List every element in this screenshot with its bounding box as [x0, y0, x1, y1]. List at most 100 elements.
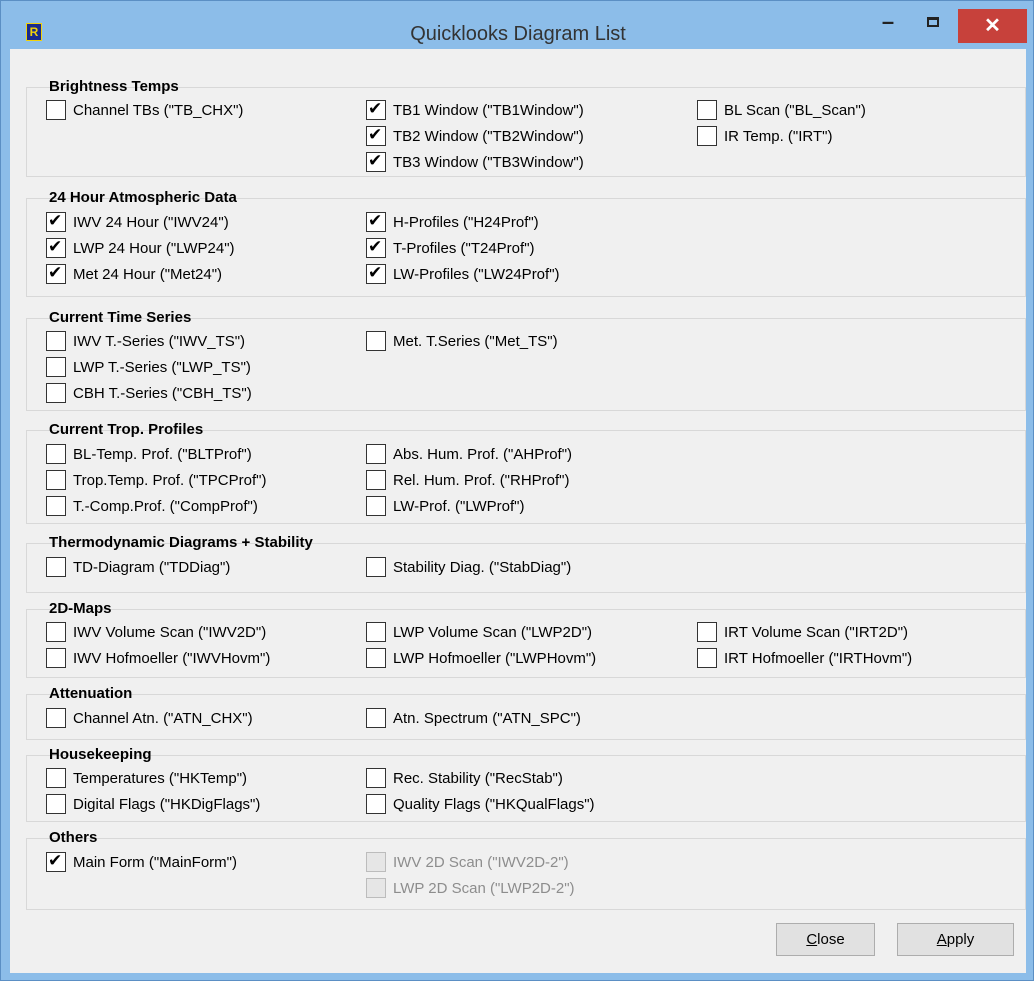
checkbox-box[interactable]	[46, 470, 66, 490]
checkbox-box[interactable]	[697, 100, 717, 120]
checkbox-label: T-Profiles ("T24Prof")	[393, 240, 535, 257]
checkbox-box[interactable]	[46, 100, 66, 120]
checkbox-box[interactable]	[366, 768, 386, 788]
checkbox-label: IRT Volume Scan ("IRT2D")	[724, 624, 909, 641]
checkbox-label: TD-Diagram ("TDDiag")	[73, 559, 231, 576]
checkbox-label: Main Form ("MainForm")	[73, 854, 237, 871]
checkbox-box[interactable]: ✔	[366, 151, 386, 172]
checkbox-box[interactable]	[46, 794, 66, 814]
checkbox-label: Stability Diag. ("StabDiag")	[393, 559, 572, 576]
checkmark-icon: ✔	[368, 125, 383, 145]
checkbox-box[interactable]	[697, 126, 717, 146]
checkbox-label: Atn. Spectrum ("ATN_SPC")	[393, 710, 581, 727]
checkbox-box[interactable]: ✔	[46, 211, 66, 232]
checkbox-box[interactable]: ✔	[366, 99, 386, 120]
checkbox-label: TB1 Window ("TB1Window")	[393, 102, 584, 119]
checkbox-label: Channel Atn. ("ATN_CHX")	[73, 710, 253, 727]
checkmark-icon: ✔	[368, 237, 383, 257]
checkmark-icon: ✔	[48, 851, 63, 871]
checkbox-label: LW-Prof. ("LWProf")	[393, 498, 525, 515]
checkbox-label: LWP T.-Series ("LWP_TS")	[73, 359, 251, 376]
group-title-current-time-series: Current Time Series	[49, 309, 192, 326]
group-title-attenuation: Attenuation	[49, 685, 133, 702]
checkbox-box[interactable]	[46, 768, 66, 788]
maximize-icon	[927, 17, 939, 27]
checkbox-box[interactable]	[46, 622, 66, 642]
minimize-button[interactable]: –	[873, 7, 903, 37]
checkbox-box[interactable]	[46, 357, 66, 377]
checkbox-box[interactable]: ✔	[366, 263, 386, 284]
checkbox-box[interactable]: ✔	[366, 125, 386, 146]
group-title-others: Others	[49, 829, 98, 846]
checkbox-label: BL-Temp. Prof. ("BLTProf")	[73, 446, 252, 463]
checkmark-icon: ✔	[368, 263, 383, 283]
checkbox-box[interactable]	[366, 496, 386, 516]
checkbox-label: CBH T.-Series ("CBH_TS")	[73, 385, 252, 402]
checkbox-box	[366, 878, 386, 898]
checkbox-label: Trop.Temp. Prof. ("TPCProf")	[73, 472, 267, 489]
group-title-housekeeping: Housekeeping	[49, 746, 152, 763]
checkbox-box[interactable]	[366, 470, 386, 490]
apply-mnemonic: A	[936, 931, 947, 948]
checkbox-box[interactable]	[366, 331, 386, 351]
close-window-button[interactable]: ✕	[958, 9, 1027, 43]
checkbox-box[interactable]	[366, 557, 386, 577]
checkmark-icon: ✔	[368, 211, 383, 231]
checkbox-label: Met 24 Hour ("Met24")	[73, 266, 223, 283]
checkbox-label: Digital Flags ("HKDigFlags")	[73, 796, 261, 813]
checkbox-box[interactable]: ✔	[366, 211, 386, 232]
checkbox-box[interactable]	[46, 383, 66, 403]
group-title-2d-maps: 2D-Maps	[49, 600, 112, 617]
checkbox-box[interactable]	[46, 496, 66, 516]
checkbox-label: Channel TBs ("TB_CHX")	[73, 102, 244, 119]
group-title-thermodynamic-diagrams: Thermodynamic Diagrams + Stability	[49, 534, 313, 551]
checkbox-label: IWV 2D Scan ("IWV2D-2")	[393, 854, 569, 871]
checkbox-label: TB2 Window ("TB2Window")	[393, 128, 584, 145]
title-bar[interactable]: R Quicklooks Diagram List – ✕	[1, 1, 1033, 49]
checkbox-box[interactable]: ✔	[46, 237, 66, 258]
checkbox-label: IWV 24 Hour ("IWV24")	[73, 214, 229, 231]
checkbox-label: Rel. Hum. Prof. ("RHProf")	[393, 472, 570, 489]
checkbox-box[interactable]	[366, 648, 386, 668]
maximize-button[interactable]	[917, 9, 951, 39]
checkmark-icon: ✔	[48, 211, 63, 231]
checkbox-label: H-Profiles ("H24Prof")	[393, 214, 539, 231]
checkbox-label: T.-Comp.Prof. ("CompProf")	[73, 498, 258, 515]
group-title-24-hour-atmospheric-data: 24 Hour Atmospheric Data	[49, 189, 237, 206]
close-button[interactable]: Close	[776, 923, 875, 956]
checkbox-label: LWP 24 Hour ("LWP24")	[73, 240, 235, 257]
group-title-brightness-temps: Brightness Temps	[49, 78, 179, 95]
checkbox-box[interactable]	[697, 648, 717, 668]
checkmark-icon: ✔	[48, 237, 63, 257]
group-title-current-trop-profiles: Current Trop. Profiles	[49, 421, 204, 438]
checkbox-label: TB3 Window ("TB3Window")	[393, 154, 584, 171]
checkbox-box[interactable]: ✔	[46, 263, 66, 284]
apply-button[interactable]: Apply	[897, 923, 1014, 956]
checkmark-icon: ✔	[48, 263, 63, 283]
checkbox-label: LWP 2D Scan ("LWP2D-2")	[393, 880, 575, 897]
checkbox-label: Temperatures ("HKTemp")	[73, 770, 248, 787]
checkbox-box[interactable]	[46, 444, 66, 464]
checkbox-label: LWP Volume Scan ("LWP2D")	[393, 624, 593, 641]
checkbox-box[interactable]: ✔	[46, 851, 66, 872]
close-label-rest: lose	[817, 931, 845, 948]
checkbox-label: Met. T.Series ("Met_TS")	[393, 333, 558, 350]
checkbox-label: Rec. Stability ("RecStab")	[393, 770, 563, 787]
checkbox-box[interactable]	[697, 622, 717, 642]
apply-label-rest: pply	[946, 931, 975, 948]
checkbox-box[interactable]	[46, 708, 66, 728]
checkmark-icon: ✔	[368, 151, 383, 171]
checkbox-box[interactable]	[366, 794, 386, 814]
checkbox-label: Quality Flags ("HKQualFlags")	[393, 796, 595, 813]
checkbox-box	[366, 852, 386, 872]
checkbox-box[interactable]	[46, 648, 66, 668]
checkbox-box[interactable]	[366, 708, 386, 728]
checkbox-box[interactable]	[366, 622, 386, 642]
checkbox-label: IWV Hofmoeller ("IWVHovm")	[73, 650, 271, 667]
checkbox-box[interactable]: ✔	[366, 237, 386, 258]
checkbox-box[interactable]	[46, 331, 66, 351]
checkbox-label: IWV T.-Series ("IWV_TS")	[73, 333, 246, 350]
checkbox-label: Abs. Hum. Prof. ("AHProf")	[393, 446, 573, 463]
checkbox-box[interactable]	[46, 557, 66, 577]
checkbox-box[interactable]	[366, 444, 386, 464]
